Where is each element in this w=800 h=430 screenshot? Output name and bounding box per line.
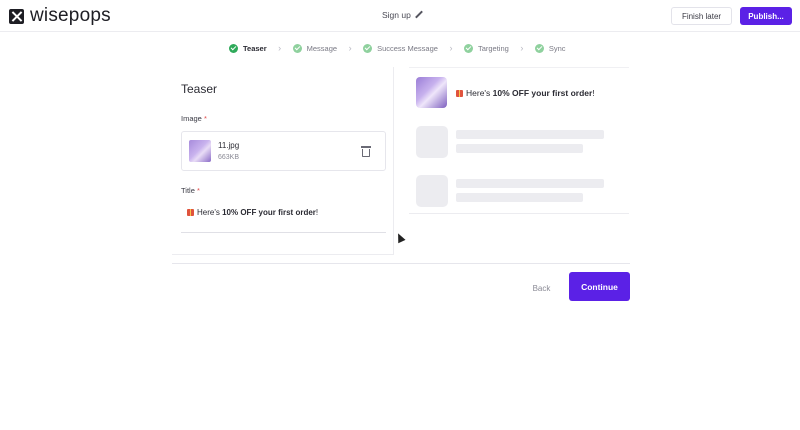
required-mark: * (196, 186, 200, 195)
campaign-name[interactable]: Sign up (382, 10, 423, 20)
check-circle-icon (292, 43, 302, 53)
wisepops-logo-icon (9, 8, 24, 24)
step-sync[interactable]: Sync (534, 43, 566, 53)
wizard-steps: Teaser › Message › Success Message › Tar… (229, 43, 566, 53)
preview-image (416, 77, 447, 108)
continue-button[interactable]: Continue (569, 272, 630, 301)
skeleton-line (456, 130, 604, 139)
check-circle-icon (463, 43, 473, 53)
skeleton-thumbnail (416, 175, 448, 207)
chevron-right-icon: › (449, 43, 453, 53)
image-upload-field[interactable]: 11.jpg 663KB (181, 131, 386, 171)
step-message[interactable]: Message (292, 43, 338, 53)
pencil-icon[interactable] (415, 11, 423, 19)
step-label: Success Message (377, 43, 438, 53)
skeleton-thumbnail (416, 126, 448, 158)
gift-icon (456, 89, 463, 97)
skeleton-line (456, 144, 583, 153)
image-label-text: Image (181, 114, 202, 123)
brand-name: wisepops (30, 5, 111, 26)
title-input-value: Here's 10% OFF your first order! (187, 208, 318, 217)
title-bold: 10% OFF your first order (222, 208, 316, 217)
step-label: Targeting (477, 43, 509, 53)
trash-icon[interactable] (361, 146, 371, 157)
gift-icon (187, 209, 194, 216)
step-targeting[interactable]: Targeting (463, 43, 509, 53)
check-circle-icon (363, 43, 373, 53)
step-label: Teaser (243, 43, 267, 53)
campaign-name-label: Sign up (382, 10, 411, 20)
chevron-right-icon: › (520, 43, 524, 53)
file-size: 663KB (218, 154, 240, 161)
step-label: Sync (548, 43, 566, 53)
required-mark: * (203, 114, 207, 123)
step-success-message[interactable]: Success Message (363, 43, 438, 53)
finish-later-button[interactable]: Finish later (671, 7, 732, 25)
back-button[interactable]: Back (525, 280, 558, 296)
teaser-preview: Here's 10% OFF your first order! (409, 67, 629, 214)
form-title: Teaser (181, 82, 218, 96)
logo[interactable]: wisepops (9, 5, 111, 26)
check-circle-icon (229, 43, 238, 53)
title-input[interactable]: Here's 10% OFF your first order! (181, 203, 386, 233)
title-label-text: Title (181, 186, 195, 195)
top-bar: wisepops Sign up Finish later Publish... (0, 0, 800, 32)
image-field-label: Image * (181, 114, 207, 123)
skeleton-line (456, 179, 604, 188)
publish-button[interactable]: Publish... (740, 7, 792, 25)
title-field-label: Title * (181, 186, 200, 195)
teaser-form: Teaser Image * 11.jpg 663KB Title * Here… (172, 67, 394, 255)
preview-suffix: ! (592, 88, 595, 98)
preview-text: Here's 10% OFF your first order! (456, 88, 595, 98)
check-circle-icon (534, 43, 544, 53)
title-suffix: ! (315, 208, 319, 217)
skeleton-line (456, 193, 583, 202)
mouse-cursor-icon (394, 231, 406, 244)
file-name: 11.jpg (218, 141, 240, 150)
chevron-right-icon: › (348, 43, 352, 53)
preview-bold: 10% OFF your first order (492, 88, 593, 98)
step-label: Message (306, 43, 338, 53)
chevron-right-icon: › (278, 43, 282, 53)
step-teaser[interactable]: Teaser (229, 43, 267, 53)
image-thumbnail (189, 140, 211, 162)
footer-divider (172, 263, 630, 264)
title-prefix: Here's (197, 208, 223, 217)
preview-prefix: Here's (466, 88, 493, 98)
